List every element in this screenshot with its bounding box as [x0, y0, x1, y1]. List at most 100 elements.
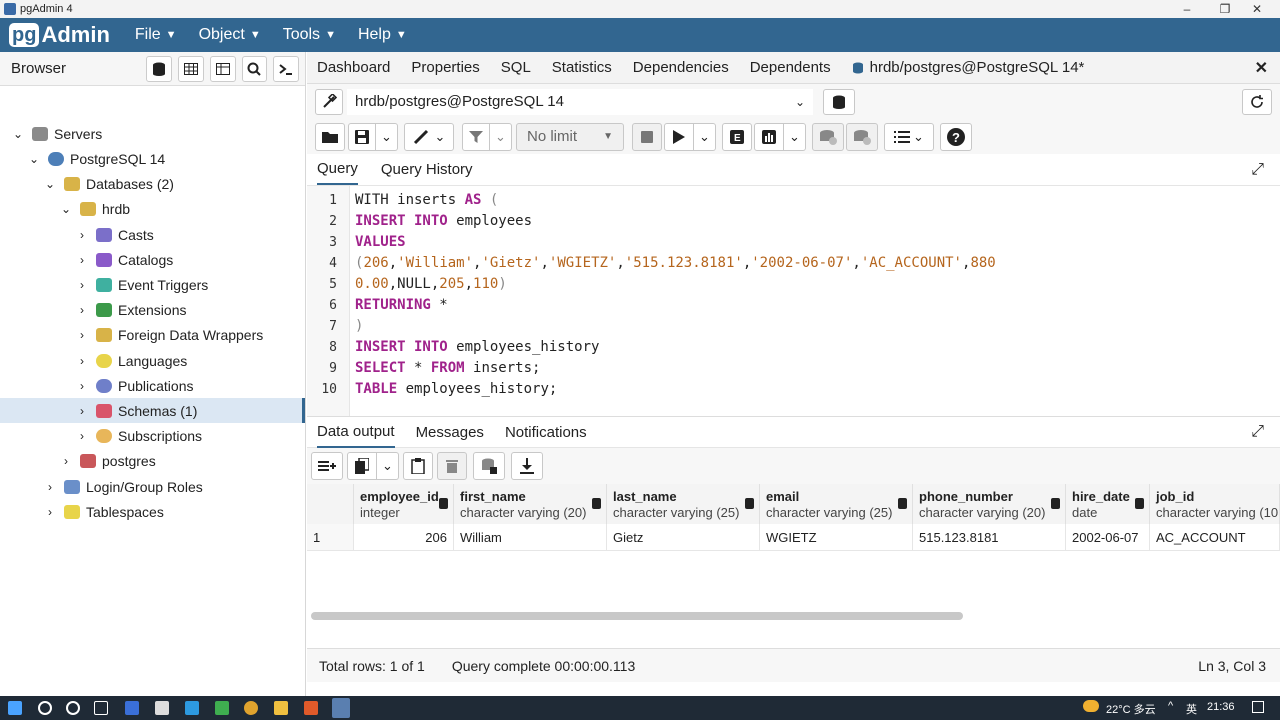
tree-node-schemas[interactable]: › Schemas (1): [0, 398, 305, 423]
column-header[interactable]: first_name character varying (20): [454, 484, 607, 524]
table-cell[interactable]: William: [454, 524, 607, 551]
maximize-icon[interactable]: ⤢: [1251, 423, 1264, 441]
explain-analyze-button[interactable]: [754, 122, 784, 151]
delete-button[interactable]: [437, 452, 467, 480]
chevron-right-icon[interactable]: ›: [74, 253, 90, 267]
connection-status-button[interactable]: [315, 88, 343, 115]
filter-button[interactable]: [462, 122, 490, 151]
column-header[interactable]: phone_number character varying (20): [913, 484, 1066, 524]
chevron-right-icon[interactable]: ›: [74, 228, 90, 242]
execute-button[interactable]: [664, 122, 694, 151]
menu-help[interactable]: Help ▼: [358, 26, 407, 44]
explain-dropdown-button[interactable]: ⌄: [784, 122, 806, 151]
menu-tools[interactable]: Tools ▼: [283, 26, 336, 44]
tree-node-servers[interactable]: ⌄ Servers: [0, 121, 305, 146]
app-icon[interactable]: [125, 701, 139, 715]
object-explorer-button[interactable]: [146, 55, 173, 82]
table-cell[interactable]: Gietz: [607, 524, 760, 551]
add-row-button[interactable]: [311, 452, 343, 480]
view-data-button[interactable]: [178, 55, 204, 82]
tree-node-event-triggers[interactable]: › Event Triggers: [0, 272, 305, 297]
tab-dependents[interactable]: Dependents: [750, 59, 831, 76]
cortana-icon[interactable]: [66, 701, 80, 715]
tree-node-subscriptions[interactable]: › Subscriptions: [0, 423, 305, 448]
tab-messages[interactable]: Messages: [416, 424, 484, 441]
new-connection-button[interactable]: [823, 88, 855, 115]
copy-button[interactable]: [347, 452, 377, 480]
tab-dependencies[interactable]: Dependencies: [633, 59, 729, 76]
sql-editor[interactable]: 1 2 3 4 5 6 7 8 9 10 WITH inserts AS ( I…: [307, 186, 1280, 416]
tree-node-languages[interactable]: › Languages: [0, 348, 305, 373]
chevron-right-icon[interactable]: ›: [74, 278, 90, 292]
chevron-right-icon[interactable]: ›: [74, 429, 90, 443]
chevron-right-icon[interactable]: ›: [74, 404, 90, 418]
cancel-query-button[interactable]: [632, 122, 662, 151]
chevron-down-icon[interactable]: ⌄: [42, 177, 58, 191]
clock-time[interactable]: 21:36: [1207, 701, 1235, 713]
windows-start-icon[interactable]: [8, 701, 22, 715]
save-dropdown-button[interactable]: ⌄: [376, 122, 398, 151]
tree-node-catalogs[interactable]: › Catalogs: [0, 247, 305, 272]
app-icon[interactable]: [155, 701, 169, 715]
chevron-right-icon[interactable]: ›: [74, 354, 90, 368]
table-cell[interactable]: WGIETZ: [760, 524, 913, 551]
app-icon[interactable]: [304, 701, 318, 715]
ime-indicator[interactable]: 英: [1186, 701, 1197, 717]
column-header[interactable]: email character varying (25): [760, 484, 913, 524]
open-file-button[interactable]: [315, 122, 345, 151]
close-window-button[interactable]: ✕: [1234, 0, 1280, 18]
tab-query-history[interactable]: Query History: [381, 161, 473, 178]
edit-button[interactable]: ⌄: [404, 122, 454, 151]
table-cell[interactable]: 206: [354, 524, 454, 551]
chevron-right-icon[interactable]: ›: [42, 505, 58, 519]
tree-node-databases[interactable]: ⌄ Databases (2): [0, 171, 305, 196]
column-header[interactable]: job_id character varying (10: [1150, 484, 1280, 524]
psql-tool-button[interactable]: [273, 55, 299, 82]
commit-button[interactable]: [812, 122, 844, 151]
chevron-down-icon[interactable]: ⌄: [10, 127, 26, 141]
filter-dropdown-button[interactable]: ⌄: [490, 122, 512, 151]
copy-dropdown-button[interactable]: ⌄: [377, 452, 399, 480]
tab-query[interactable]: Query: [317, 154, 358, 185]
tab-data-output[interactable]: Data output: [317, 417, 395, 448]
chevron-right-icon[interactable]: ›: [74, 379, 90, 393]
tab-dashboard[interactable]: Dashboard: [317, 59, 390, 76]
tree-node-hrdb[interactable]: ⌄ hrdb: [0, 196, 305, 221]
chevron-up-icon[interactable]: ^: [1168, 700, 1173, 712]
column-header[interactable]: last_name character varying (25): [607, 484, 760, 524]
tab-sql[interactable]: SQL: [501, 59, 531, 76]
table-cell[interactable]: 2002-06-07: [1066, 524, 1150, 551]
tree-node-casts[interactable]: › Casts: [0, 222, 305, 247]
tree-node-tablespaces[interactable]: › Tablespaces: [0, 499, 305, 524]
connection-select[interactable]: hrdb/postgres@PostgreSQL 14 ⌄: [347, 88, 813, 115]
download-button[interactable]: [511, 452, 543, 480]
row-number[interactable]: 1: [307, 524, 354, 551]
execute-dropdown-button[interactable]: ⌄: [694, 122, 716, 151]
table-cell[interactable]: 515.123.8181: [913, 524, 1066, 551]
tab-statistics[interactable]: Statistics: [552, 59, 612, 76]
tree-node-postgres[interactable]: › postgres: [0, 448, 305, 473]
tree-node-publications[interactable]: › Publications: [0, 373, 305, 398]
tree-node-login-group-roles[interactable]: › Login/Group Roles: [0, 474, 305, 499]
chevron-down-icon[interactable]: ⌄: [26, 152, 42, 166]
menu-object[interactable]: Object ▼: [199, 26, 261, 44]
chevron-right-icon[interactable]: ›: [74, 328, 90, 342]
tree-node-foreign-data-wrappers[interactable]: › Foreign Data Wrappers: [0, 322, 305, 347]
tab-properties[interactable]: Properties: [411, 59, 479, 76]
chevron-right-icon[interactable]: ›: [58, 454, 74, 468]
column-header[interactable]: employee_id integer: [354, 484, 454, 524]
refresh-button[interactable]: [1242, 88, 1272, 115]
chrome-icon[interactable]: [244, 701, 258, 715]
chevron-down-icon[interactable]: ⌄: [58, 202, 74, 216]
tree-node-extensions[interactable]: › Extensions: [0, 297, 305, 322]
table-cell[interactable]: AC_ACCOUNT: [1150, 524, 1280, 551]
paste-button[interactable]: [403, 452, 433, 480]
search-icon[interactable]: [38, 701, 52, 715]
maximize-icon[interactable]: ⤢: [1251, 161, 1264, 179]
row-limit-select[interactable]: No limit ▼: [516, 122, 624, 151]
rollback-button[interactable]: [846, 122, 878, 151]
tab-notifications[interactable]: Notifications: [505, 424, 587, 441]
edge-icon[interactable]: [185, 701, 199, 715]
file-explorer-icon[interactable]: [274, 701, 288, 715]
close-tab-icon[interactable]: ✕: [1255, 58, 1268, 78]
